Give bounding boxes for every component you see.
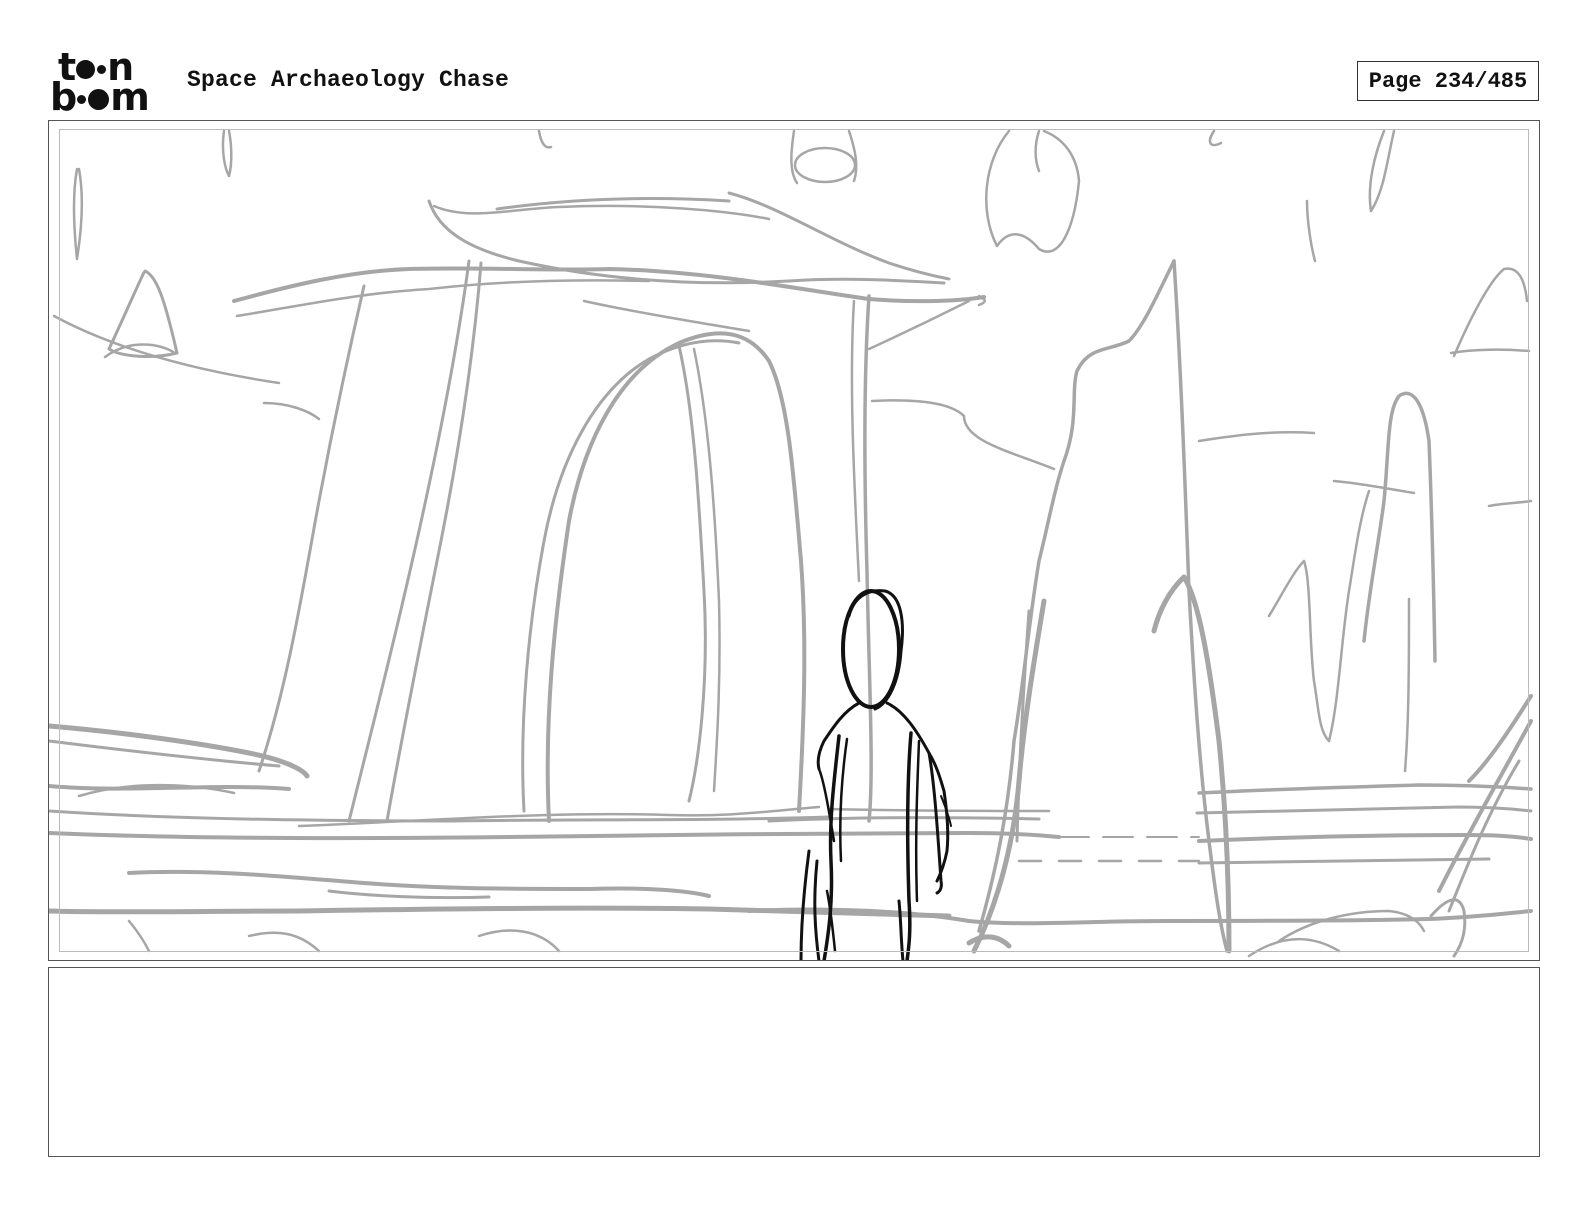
- toon-boom-logo: tn bm: [50, 48, 166, 119]
- storyboard-panel: [48, 120, 1540, 961]
- project-title: Space Archaeology Chase: [187, 67, 510, 93]
- background-sketch: [49, 129, 1533, 958]
- notes-box[interactable]: [48, 967, 1540, 1157]
- logo-row-bottom: bm: [50, 75, 150, 119]
- sketch-drawing: [49, 129, 1533, 960]
- character-sketch: [799, 589, 952, 960]
- page-indicator: Page 234/485: [1357, 61, 1539, 101]
